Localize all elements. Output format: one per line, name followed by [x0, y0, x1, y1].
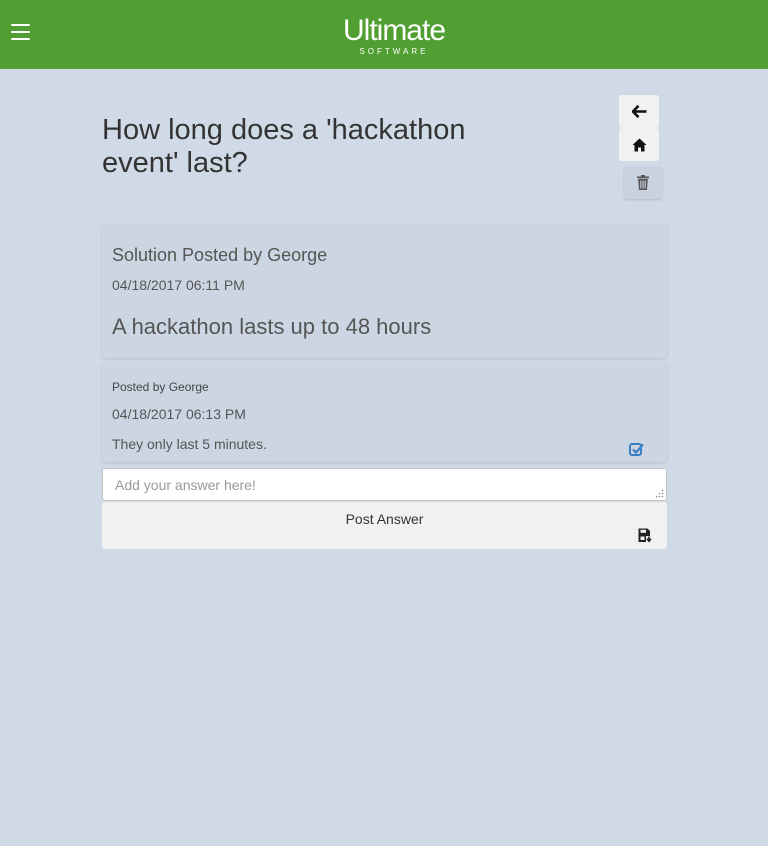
check-square-icon[interactable]: [629, 442, 644, 457]
logo-main-text: Ultimate: [342, 14, 446, 47]
home-icon: [632, 138, 646, 151]
logo-sub-text: SOFTWARE: [359, 47, 429, 56]
answer-body: They only last 5 minutes.: [112, 436, 267, 452]
answer-card: Posted by George 04/18/2017 06:13 PM The…: [102, 364, 667, 462]
back-button[interactable]: [619, 95, 659, 128]
solution-body: A hackathon lasts up to 48 hours: [112, 314, 432, 339]
resize-grip-icon[interactable]: [654, 488, 664, 498]
solution-header: Solution Posted by George: [112, 245, 328, 265]
post-answer-button[interactable]: Post Answer: [102, 502, 667, 549]
ultimate-software-logo[interactable]: Ultimate SOFTWARE: [300, 15, 488, 57]
answer-date: 04/18/2017 06:13 PM: [112, 406, 246, 422]
solution-card: Solution Posted by George 04/18/2017 06:…: [102, 225, 667, 358]
home-button[interactable]: [619, 128, 659, 161]
delete-question-button[interactable]: [624, 166, 662, 199]
trash-icon: [637, 175, 649, 190]
hamburger-icon[interactable]: [11, 24, 31, 42]
answer-input[interactable]: [102, 468, 667, 501]
answer-header: Posted by George: [112, 380, 209, 394]
solution-date: 04/18/2017 06:11 PM: [112, 277, 245, 293]
save-icon: [638, 528, 652, 543]
question-title: How long does a 'hackathon event' last?: [102, 114, 466, 179]
post-answer-label: Post Answer: [345, 511, 424, 527]
top-navbar: Ultimate SOFTWARE: [0, 0, 768, 69]
arrow-left-icon: [631, 105, 646, 118]
